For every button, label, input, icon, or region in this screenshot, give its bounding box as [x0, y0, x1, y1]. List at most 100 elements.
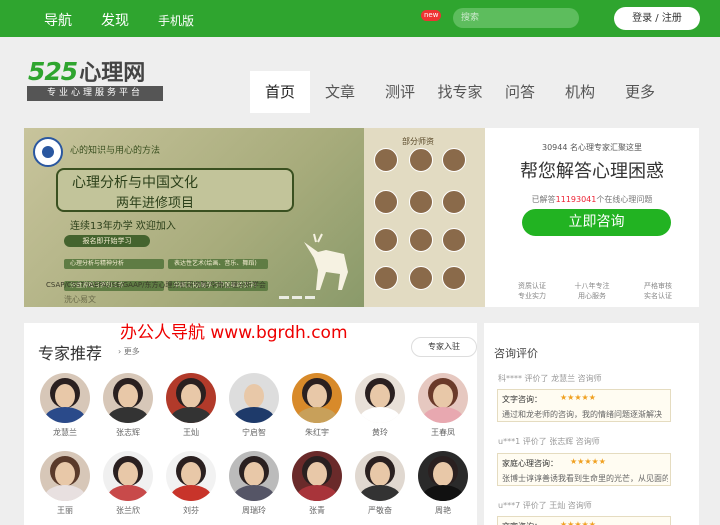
expert-name: 张青	[309, 506, 325, 515]
expert-name: 张兰欣	[116, 506, 140, 515]
expert-card[interactable]: 严敬奋	[355, 451, 405, 516]
review-card[interactable]: 家庭心理咨询： ★★★★★ 张博士谆谆善诱我看到生命里的光芒，从见面的那一	[497, 453, 671, 486]
teacher-avatar	[442, 148, 466, 172]
expert-card[interactable]: 王灿	[166, 373, 216, 438]
review-meta[interactable]: u***1 评价了 张志辉 咨询师	[498, 436, 600, 447]
teacher-avatar	[374, 190, 398, 214]
banner-title-line1: 心理分析与中国文化	[72, 175, 198, 191]
expert-card[interactable]: 王春凤	[418, 373, 468, 438]
banner-footer: CSAP/CSST/IAEPA/ISE/GAAP/东方心理分析研究院/华南心理分…	[46, 281, 266, 289]
expert-card[interactable]: 宁启智	[229, 373, 279, 438]
consult-panel: 30944 名心理专家汇聚这里 帮您解答心理困惑 已解答11193041个在线心…	[485, 128, 699, 307]
review-text: 通过和龙老师的咨询，我的情绪问题逐渐解决	[502, 410, 662, 419]
banner-title-line2: 两年进修项目	[116, 196, 195, 211]
avatar	[166, 451, 216, 501]
teacher-avatar	[409, 228, 433, 252]
expert-card[interactable]: 周艳	[418, 451, 468, 516]
feature-line: 专业实力	[518, 292, 546, 300]
feature-verified: 严格审核 实名认证	[628, 281, 688, 301]
deer-illustration	[304, 233, 348, 290]
answered-suffix: 个在线心理问题	[596, 195, 653, 204]
banner-badge: 报名即开始学习	[64, 235, 150, 247]
teacher-avatar	[374, 266, 398, 290]
nav-articles[interactable]: 文章	[310, 71, 370, 113]
expert-name: 黄玲	[372, 428, 388, 437]
avatar	[292, 373, 342, 423]
avatar	[103, 373, 153, 423]
pager-dot[interactable]	[279, 296, 289, 299]
expert-name: 王春凤	[431, 428, 455, 437]
review-meta[interactable]: u***7 评价了 王灿 咨询师	[498, 500, 592, 511]
experts-more-link[interactable]: › 更多	[118, 346, 140, 357]
consult-reviews-section: 咨询评价 科**** 评价了 龙慧兰 咨询师 文字咨询： ★★★★★ 通过和龙老…	[484, 323, 699, 525]
review-type: 文字咨询：	[502, 521, 542, 525]
pager-dot[interactable]	[305, 296, 315, 299]
teacher-avatar	[442, 190, 466, 214]
nav-home[interactable]: 首页	[250, 71, 310, 113]
banner-course: 表达性艺术(绘画、音乐、舞蹈)	[168, 259, 268, 269]
pager-dot[interactable]	[292, 296, 302, 299]
review-stars: ★★★★★	[560, 520, 596, 525]
expert-name: 朱红宇	[305, 428, 329, 437]
teacher-avatar	[442, 228, 466, 252]
banner-slogan: 洗心易文	[64, 295, 96, 304]
expert-card[interactable]: 张青	[292, 451, 342, 516]
expert-join-button[interactable]: 专家入驻	[411, 337, 477, 357]
feature-line: 用心服务	[578, 292, 606, 300]
expert-name: 宁启智	[242, 428, 266, 437]
expert-card[interactable]: 龙慧兰	[40, 373, 90, 438]
institute-seal-icon	[33, 137, 63, 167]
search-input[interactable]: 搜索	[453, 8, 579, 28]
feature-line: 严格审核	[644, 282, 672, 290]
review-stars: ★★★★★	[570, 457, 606, 466]
banner-subline: 连续13年办学 欢迎加入	[70, 221, 176, 232]
nav-institutions[interactable]: 机构	[550, 71, 610, 113]
review-stars: ★★★★★	[560, 393, 596, 402]
expert-card[interactable]: 周瑞玲	[229, 451, 279, 516]
feature-line: 实名认证	[644, 292, 672, 300]
teacher-avatar	[409, 148, 433, 172]
nav-find-expert[interactable]: 找专家	[430, 71, 490, 113]
expert-card[interactable]: 朱红宇	[292, 373, 342, 438]
review-card[interactable]: 文字咨询： ★★★★★	[497, 516, 671, 525]
nav-more[interactable]: 更多	[610, 71, 670, 113]
avatar	[418, 451, 468, 501]
new-badge: new	[421, 10, 442, 21]
consult-headline: 帮您解答心理困惑	[520, 161, 664, 182]
expert-name: 王丽	[57, 506, 73, 515]
avatar	[418, 373, 468, 423]
review-card[interactable]: 文字咨询： ★★★★★ 通过和龙老师的咨询，我的情绪问题逐渐解决	[497, 389, 671, 422]
login-register-button[interactable]: 登录 / 注册	[614, 7, 700, 30]
banner-course: 心理分析与精神分析	[64, 259, 164, 269]
nav-tests[interactable]: 测评	[370, 71, 430, 113]
teacher-avatar	[374, 148, 398, 172]
teachers-title: 部分师资	[402, 137, 434, 146]
teacher-avatar	[374, 228, 398, 252]
top-nav: 导航 发现 手机版	[44, 10, 223, 30]
promo-banner[interactable]: 心的知识与用心的方法 心理分析与中国文化 两年进修项目 连续13年办学 欢迎加入…	[24, 128, 485, 307]
nav-qa[interactable]: 问答	[490, 71, 550, 113]
review-meta[interactable]: 科**** 评价了 龙慧兰 咨询师	[498, 373, 602, 384]
feature-experience: 十八年专注 用心服务	[562, 281, 622, 301]
expert-card[interactable]: 张兰欣	[103, 451, 153, 516]
top-nav-mobile[interactable]: 手机版	[158, 12, 194, 29]
banner-pagination[interactable]	[279, 296, 318, 299]
answered-number: 11193041	[555, 195, 597, 204]
review-text: 张博士谆谆善诱我看到生命里的光芒，从见面的那一	[502, 474, 668, 483]
avatar	[40, 373, 90, 423]
top-nav-navigation[interactable]: 导航	[44, 10, 72, 30]
expert-count: 30944 名心理专家汇聚这里	[542, 143, 642, 152]
consult-now-button[interactable]: 立即咨询	[522, 209, 671, 236]
feature-certified: 资质认证 专业实力	[502, 281, 562, 301]
avatar	[103, 451, 153, 501]
expert-card[interactable]: 张志辉	[103, 373, 153, 438]
expert-card[interactable]: 黄玲	[355, 373, 405, 438]
expert-card[interactable]: 刘芬	[166, 451, 216, 516]
expert-name: 周艳	[435, 506, 451, 515]
top-nav-discover[interactable]: 发现	[101, 10, 129, 30]
reviews-title: 咨询评价	[494, 347, 538, 360]
avatar	[229, 451, 279, 501]
site-logo[interactable]: 525 心理网	[28, 55, 145, 86]
experts-more-label: 更多	[123, 347, 140, 356]
expert-card[interactable]: 王丽	[40, 451, 90, 516]
